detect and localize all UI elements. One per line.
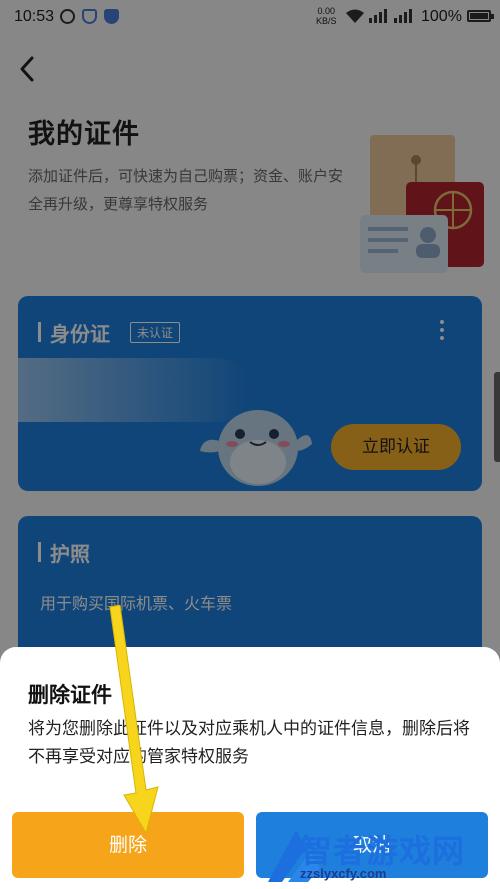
pointer-arrow-icon	[109, 605, 159, 835]
dialog-message: 将为您删除此证件以及对应乘机人中的证件信息，删除后将不再享受对应的管家特权服务	[28, 719, 470, 767]
watermark-url: zzslyxcfy.com	[300, 866, 387, 881]
